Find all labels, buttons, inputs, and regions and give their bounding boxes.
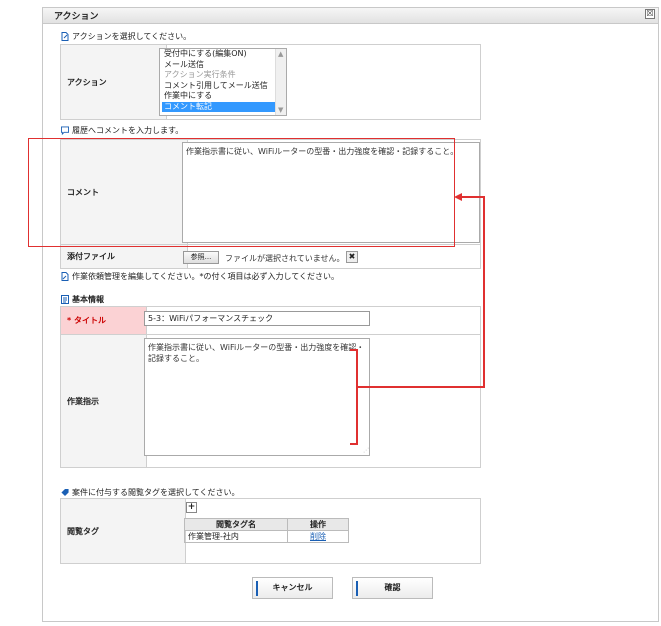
bracket-side: [356, 349, 358, 445]
confirm-button-accent: [356, 581, 358, 596]
tag-instruction: 案件に付与する閲覧タグを選択してください。: [61, 487, 240, 498]
add-tag-icon[interactable]: +: [186, 502, 197, 513]
edit-document-icon: [61, 272, 69, 281]
tag-icon: [61, 488, 69, 497]
info-doc-icon: [61, 295, 69, 304]
clear-file-icon[interactable]: ✖: [346, 251, 358, 263]
work-instruction-textarea[interactable]: 作業指示書に従い、WiFiルーターの型番・出力強度を確認・記録すること。: [144, 338, 370, 456]
tag-header-name: 閲覧タグ名: [184, 518, 288, 531]
action-instruction: アクションを選択してください。: [61, 31, 191, 42]
connector-top: [460, 196, 485, 198]
action-option[interactable]: 作業中にする: [162, 91, 286, 102]
tag-label: 閲覧タグ: [60, 498, 186, 564]
scroll-down-icon[interactable]: ▼: [278, 106, 283, 114]
confirm-button-label: 確認: [384, 583, 401, 592]
tag-list: 閲覧タグ名 操作 作業管理-社内 削除: [184, 518, 349, 543]
listbox-scrollbar[interactable]: ▲ ▼: [275, 49, 286, 115]
work-instruction-text: 作業依頼管理を編集してください。*の付く項目は必ず入力してください。: [72, 272, 340, 281]
action-option: アクション実行条件: [164, 70, 236, 79]
connector-horizontal: [357, 386, 485, 388]
dialog-title: アクション: [54, 12, 99, 22]
document-icon: [61, 32, 69, 41]
cancel-button-accent: [256, 581, 258, 596]
speech-bubble-icon: [61, 126, 69, 135]
table-row: 作業管理-社内 削除: [184, 530, 349, 543]
action-option[interactable]: 受付中にする(編集ON): [162, 49, 286, 60]
highlight-box: [28, 138, 455, 247]
title-input[interactable]: 5-3：WiFiパフォーマンスチェック: [144, 311, 370, 326]
action-option[interactable]: コメント引用してメール送信: [162, 81, 286, 92]
dialog-titlebar: [42, 7, 659, 24]
basic-info-heading: 基本情報: [61, 294, 104, 305]
action-listbox[interactable]: 受付中にする(編集ON) メール送信 アクション実行条件コメント引用してメール送信作…: [159, 48, 287, 116]
action-instruction-text: アクションを選択してください。: [72, 32, 192, 41]
action-option[interactable]: メール送信: [162, 60, 286, 71]
action-label: アクション: [60, 44, 167, 120]
comment-instruction-text: 履歴へコメントを入力します。: [72, 126, 184, 135]
tag-name: 作業管理-社内: [184, 530, 288, 543]
action-option[interactable]: コメント転記: [162, 101, 286, 112]
arrow-head-icon: [454, 193, 462, 201]
comment-instruction: 履歴へコメントを入力します。: [61, 125, 183, 136]
required-mark: *: [67, 316, 72, 325]
bracket-bottom: [350, 443, 357, 445]
close-icon[interactable]: ☒: [645, 9, 655, 19]
tag-header-action: 操作: [287, 518, 349, 531]
scroll-up-icon[interactable]: ▲: [278, 50, 283, 58]
cancel-button-label: キャンセル: [272, 583, 313, 592]
confirm-button[interactable]: 確認: [352, 577, 433, 599]
no-file-text: ファイルが選択されていません。: [225, 254, 345, 263]
title-label: タイトル: [73, 316, 106, 325]
delete-tag-link[interactable]: 削除: [310, 532, 326, 541]
tag-instruction-text: 案件に付与する閲覧タグを選択してください。: [72, 488, 240, 497]
title-label-cell: * タイトル: [60, 306, 147, 335]
resize-grip-icon[interactable]: ⋰: [363, 447, 369, 454]
basic-info-text: 基本情報: [72, 295, 104, 304]
attach-label: 添付ファイル: [60, 244, 188, 269]
work-instruction: 作業依頼管理を編集してください。*の付く項目は必ず入力してください。: [61, 271, 339, 282]
connector-vertical: [483, 196, 485, 388]
instruction-label: 作業指示: [60, 334, 147, 468]
browse-button[interactable]: 参照...: [183, 251, 219, 264]
cancel-button[interactable]: キャンセル: [252, 577, 333, 599]
